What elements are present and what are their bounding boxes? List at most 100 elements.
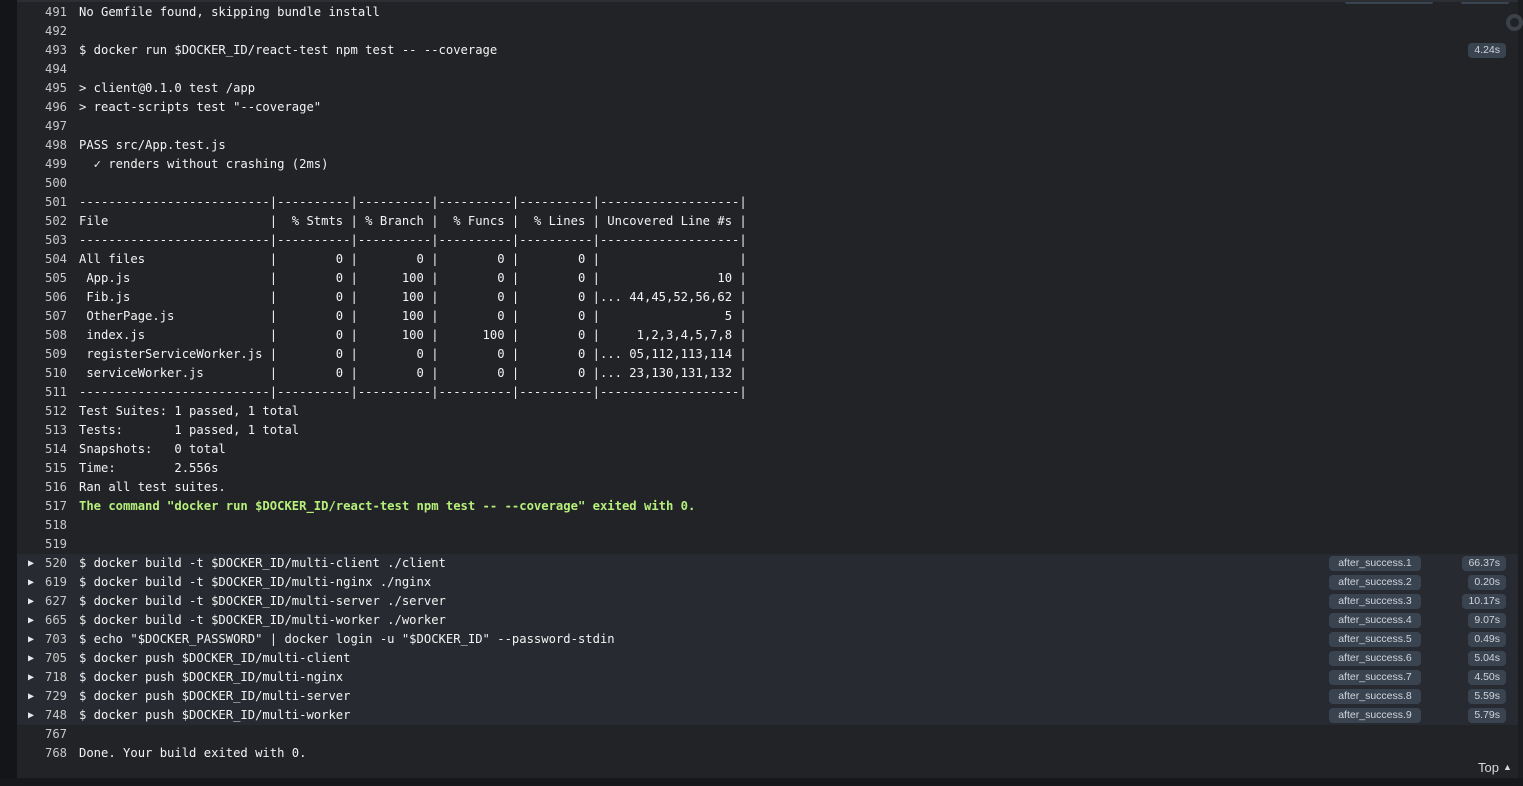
line-number[interactable]: 718 <box>35 668 67 687</box>
stage-badge: after_success.4 <box>1329 613 1421 628</box>
log-text: $ echo "$DOCKER_PASSWORD" | docker login… <box>79 632 615 646</box>
log-line: 500 <box>17 174 1518 193</box>
line-number[interactable]: 496 <box>35 98 67 117</box>
line-number[interactable]: 497 <box>35 117 67 136</box>
log-fold-line[interactable]: ▶ 703 $ echo "$DOCKER_PASSWORD" | docker l… <box>17 630 1518 649</box>
line-number[interactable]: 500 <box>35 174 67 193</box>
log-text: Time: 2.556s <box>79 461 219 475</box>
log-line: 516 Ran all test suites. <box>17 478 1518 497</box>
log-fold-line[interactable]: ▶ 718 $ docker push $DOCKER_ID/multi-nginx… <box>17 668 1518 687</box>
log-text: registerServiceWorker.js | 0 | 0 | 0 | 0… <box>79 347 747 361</box>
log-fold-line[interactable]: ▶ 705 $ docker push $DOCKER_ID/multi-clien… <box>17 649 1518 668</box>
line-number[interactable]: 512 <box>35 402 67 421</box>
log-text: No Gemfile found, skipping bundle instal… <box>79 5 380 19</box>
line-number[interactable]: 506 <box>35 288 67 307</box>
stage-badge: after_success.5 <box>1329 632 1421 647</box>
duration-badge: 0.20s <box>1468 575 1506 590</box>
log-fold-line[interactable]: ▶ 729 $ docker push $DOCKER_ID/multi-serve… <box>17 687 1518 706</box>
log-text: $ docker build -t $DOCKER_ID/multi-worke… <box>79 613 446 627</box>
log-line: 515 Time: 2.556s <box>17 459 1518 478</box>
log-line: 511 --------------------------|----------… <box>17 383 1518 402</box>
log-line: 497 <box>17 117 1518 136</box>
line-number[interactable]: 507 <box>35 307 67 326</box>
log-text: $ docker push $DOCKER_ID/multi-nginx <box>79 670 344 684</box>
scroll-to-top-link[interactable]: Top ▲ <box>1478 760 1512 775</box>
line-number[interactable]: 498 <box>35 136 67 155</box>
log-success-text: The command "docker run $DOCKER_ID/react… <box>79 499 696 513</box>
log-text: $ docker build -t $DOCKER_ID/multi-serve… <box>79 594 446 608</box>
line-number[interactable]: 494 <box>35 60 67 79</box>
line-number[interactable]: 768 <box>35 744 67 763</box>
log-text: Tests: 1 passed, 1 total <box>79 423 300 437</box>
line-number[interactable]: 503 <box>35 231 67 250</box>
log-line: 494 <box>17 60 1518 79</box>
log-text: serviceWorker.js | 0 | 0 | 0 | 0 |... 23… <box>79 366 747 380</box>
log-fold-line[interactable]: ▶ 619 $ docker build -t $DOCKER_ID/multi-n… <box>17 573 1518 592</box>
duration-badge: 66.37s <box>1462 556 1506 571</box>
line-number[interactable]: 510 <box>35 364 67 383</box>
log-text: $ docker push $DOCKER_ID/multi-server <box>79 689 351 703</box>
log-line: 767 <box>17 725 1518 744</box>
log-text: Done. Your build exited with 0. <box>79 746 307 760</box>
line-number[interactable]: 517 <box>35 497 67 516</box>
duration-badge: 0.49s <box>1468 632 1506 647</box>
line-number[interactable]: 703 <box>35 630 67 649</box>
line-number[interactable]: 502 <box>35 212 67 231</box>
log-text: All files | 0 | 0 | 0 | 0 | | <box>79 252 747 266</box>
line-number[interactable]: 519 <box>35 535 67 554</box>
log-line: 505 App.js | 0 | 100 | 0 | 0 | 10 | <box>17 269 1518 288</box>
line-number[interactable]: 504 <box>35 250 67 269</box>
line-number[interactable]: 513 <box>35 421 67 440</box>
line-number[interactable]: 491 <box>35 3 67 22</box>
line-number[interactable]: 705 <box>35 649 67 668</box>
line-number[interactable]: 518 <box>35 516 67 535</box>
log-line: 510 serviceWorker.js | 0 | 0 | 0 | 0 |..… <box>17 364 1518 383</box>
line-number[interactable]: 665 <box>35 611 67 630</box>
line-number[interactable]: 501 <box>35 193 67 212</box>
log-line: 518 <box>17 516 1518 535</box>
log-fold-line[interactable]: ▶ 627 $ docker build -t $DOCKER_ID/multi-s… <box>17 592 1518 611</box>
line-number[interactable]: 499 <box>35 155 67 174</box>
log-text: --------------------------|----------|--… <box>79 385 747 399</box>
log-line: 502 File | % Stmts | % Branch | % Funcs |… <box>17 212 1518 231</box>
stage-badge: after_success.2 <box>1329 575 1421 590</box>
line-number[interactable]: 511 <box>35 383 67 402</box>
log-line: 501 --------------------------|----------… <box>17 193 1518 212</box>
duration-badge: 5.79s <box>1468 708 1506 723</box>
log-lines: 491 No Gemfile found, skipping bundle ins… <box>17 3 1518 763</box>
duration-badge: 10.17s <box>1462 594 1506 609</box>
log-text: --------------------------|----------|--… <box>79 195 747 209</box>
log-line: 509 registerServiceWorker.js | 0 | 0 | 0… <box>17 345 1518 364</box>
line-number[interactable]: 514 <box>35 440 67 459</box>
stage-badge: after_success.6 <box>1329 651 1421 666</box>
log-line: 519 <box>17 535 1518 554</box>
line-number[interactable]: 627 <box>35 592 67 611</box>
log-line: 512 Test Suites: 1 passed, 1 total <box>17 402 1518 421</box>
line-number[interactable]: 495 <box>35 79 67 98</box>
log-fold-line[interactable]: ▶ 520 $ docker build -t $DOCKER_ID/multi-c… <box>17 554 1518 573</box>
line-number[interactable]: 505 <box>35 269 67 288</box>
log-line: 498 PASS src/App.test.js <box>17 136 1518 155</box>
line-number[interactable]: 748 <box>35 706 67 725</box>
log-fold-line[interactable]: ▶ 665 $ docker build -t $DOCKER_ID/multi-w… <box>17 611 1518 630</box>
line-number[interactable]: 508 <box>35 326 67 345</box>
bottom-bar <box>0 778 1523 786</box>
log-text: > client@0.1.0 test /app <box>79 81 256 95</box>
follow-log-toggle-icon[interactable] <box>1506 14 1523 31</box>
line-number[interactable]: 493 <box>35 41 67 60</box>
line-number[interactable]: 516 <box>35 478 67 497</box>
line-number[interactable]: 767 <box>35 725 67 744</box>
duration-badge: 4.50s <box>1468 670 1506 685</box>
log-text: $ docker build -t $DOCKER_ID/multi-nginx… <box>79 575 432 589</box>
line-number[interactable]: 515 <box>35 459 67 478</box>
line-number[interactable]: 520 <box>35 554 67 573</box>
log-line: 508 index.js | 0 | 100 | 100 | 0 | 1,2,3… <box>17 326 1518 345</box>
log-fold-line[interactable]: ▶ 748 $ docker push $DOCKER_ID/multi-worke… <box>17 706 1518 725</box>
log-line: 492 <box>17 22 1518 41</box>
log-line: 496 > react-scripts test "--coverage" <box>17 98 1518 117</box>
line-number[interactable]: 729 <box>35 687 67 706</box>
line-number[interactable]: 509 <box>35 345 67 364</box>
log-text: Snapshots: 0 total <box>79 442 226 456</box>
line-number[interactable]: 492 <box>35 22 67 41</box>
line-number[interactable]: 619 <box>35 573 67 592</box>
